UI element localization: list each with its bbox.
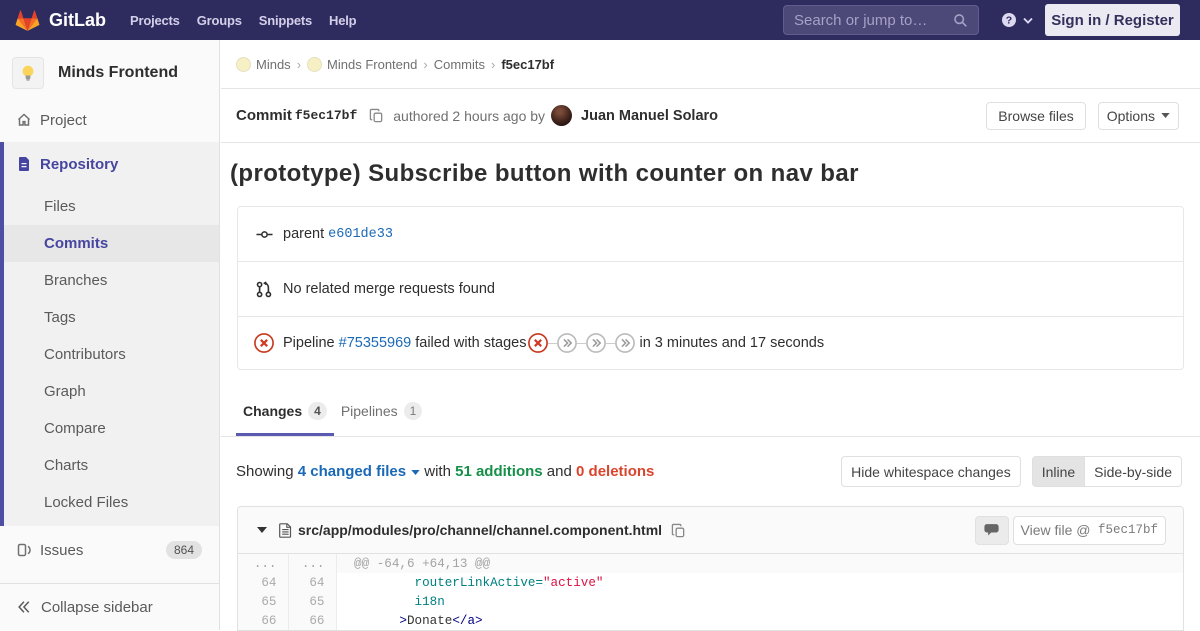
svg-text:?: ?: [1006, 14, 1012, 26]
